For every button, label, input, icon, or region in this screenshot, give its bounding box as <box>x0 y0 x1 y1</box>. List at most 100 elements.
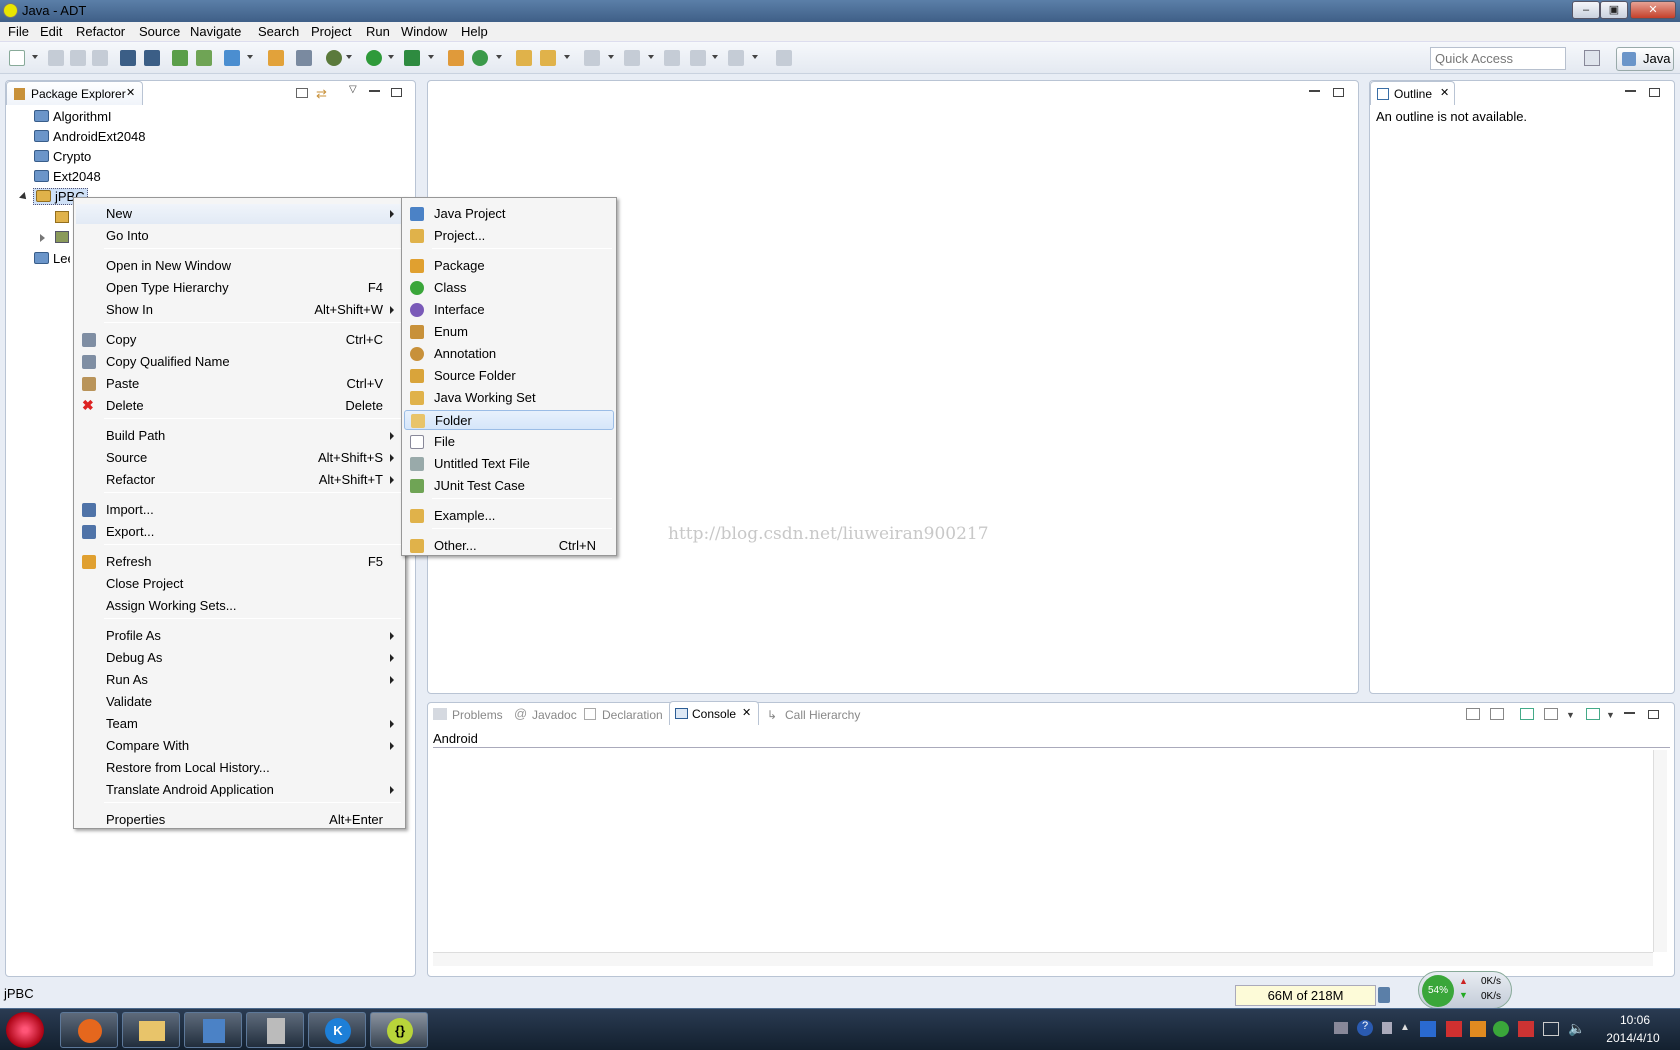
context-item-build-path[interactable]: Build Path <box>76 426 403 446</box>
maximize-view-icon[interactable] <box>391 88 402 97</box>
avd-manager-icon[interactable] <box>196 50 212 66</box>
context-item-properties[interactable]: Properties Alt+Enter <box>76 810 403 830</box>
display-console-dropdown-icon[interactable]: ▼ <box>1566 710 1575 720</box>
annotation-next-dropdown-icon[interactable] <box>608 55 614 59</box>
context-item-refresh[interactable]: Refresh F5 <box>76 552 403 572</box>
tree-item-ext2048[interactable]: Ext2048 <box>34 169 101 184</box>
debug-dropdown-icon[interactable] <box>346 55 352 59</box>
search-icon[interactable] <box>540 50 556 66</box>
context-item-assign-working-sets[interactable]: Assign Working Sets... <box>76 596 403 616</box>
tree-item-lee[interactable]: Lee <box>34 251 70 266</box>
android-sdk-icon[interactable] <box>172 50 188 66</box>
debug-icon[interactable] <box>326 50 342 66</box>
upload-icon[interactable] <box>120 50 136 66</box>
new-icon[interactable] <box>9 50 25 66</box>
scroll-lock-icon[interactable] <box>1490 708 1504 720</box>
context-item-team[interactable]: Team <box>76 714 403 734</box>
new-android-project-icon[interactable] <box>268 50 284 66</box>
context-item-export[interactable]: Export... <box>76 522 403 542</box>
forward-dropdown-icon[interactable] <box>752 55 758 59</box>
tree-item-crypto[interactable]: Crypto <box>34 149 91 164</box>
menu-refactor[interactable]: Refactor <box>76 24 125 39</box>
tab-package-explorer[interactable]: Package Explorer ✕ <box>6 81 143 105</box>
minimize-button[interactable]: – <box>1572 1 1600 19</box>
run-dropdown-icon[interactable] <box>388 55 394 59</box>
context-item-restore-from-local-history[interactable]: Restore from Local History... <box>76 758 403 778</box>
tab-declaration[interactable]: Declaration <box>602 708 663 722</box>
context-item-show-in[interactable]: Show In Alt+Shift+W <box>76 300 403 320</box>
clear-console-icon[interactable] <box>1466 708 1480 720</box>
clock-time[interactable]: 10:06 <box>1610 1013 1660 1027</box>
menu-run[interactable]: Run <box>366 24 390 39</box>
new-item-file[interactable]: File <box>404 432 614 452</box>
new-class-dropdown-icon[interactable] <box>496 55 502 59</box>
close-tab-icon[interactable]: ✕ <box>1440 86 1449 99</box>
skip-breakpoints-icon[interactable] <box>296 50 312 66</box>
menu-search[interactable]: Search <box>258 24 299 39</box>
search-dropdown-icon[interactable] <box>564 55 570 59</box>
new-item-java-working-set[interactable]: Java Working Set <box>404 388 614 408</box>
new-item-class[interactable]: Class <box>404 278 614 298</box>
network-tray-icon[interactable] <box>1543 1022 1559 1036</box>
new-item-java-project[interactable]: Java Project <box>404 204 614 224</box>
tab-problems[interactable]: Problems <box>452 708 503 722</box>
tray-app4-icon[interactable] <box>1493 1021 1509 1037</box>
open-perspective-icon[interactable] <box>1584 50 1600 66</box>
open-console-dropdown-icon[interactable]: ▼ <box>1606 710 1615 720</box>
annotation-next-icon[interactable] <box>584 50 600 66</box>
forward-icon[interactable] <box>728 50 744 66</box>
menu-project[interactable]: Project <box>311 24 351 39</box>
context-item-close-project[interactable]: Close Project <box>76 574 403 594</box>
context-item-run-as[interactable]: Run As <box>76 670 403 690</box>
back-dropdown-icon[interactable] <box>712 55 718 59</box>
app-taskbar-button[interactable] <box>184 1012 242 1048</box>
close-tab-icon[interactable]: ✕ <box>126 86 135 99</box>
context-item-new[interactable]: New <box>76 204 403 224</box>
lint-dropdown-icon[interactable] <box>247 55 253 59</box>
back-icon[interactable] <box>690 50 706 66</box>
keyboard-tray-icon[interactable] <box>1334 1022 1348 1034</box>
context-item-source[interactable]: Source Alt+Shift+S <box>76 448 403 468</box>
context-item-copy[interactable]: Copy Ctrl+C <box>76 330 403 350</box>
pin-console-icon[interactable] <box>1520 708 1534 720</box>
tray-app2-icon[interactable] <box>1446 1021 1462 1037</box>
firefox-taskbar-button[interactable] <box>60 1012 118 1048</box>
context-item-translate-android-application[interactable]: Translate Android Application <box>76 780 403 800</box>
download-icon[interactable] <box>144 50 160 66</box>
collapsed-arrow-icon[interactable] <box>40 234 45 242</box>
tray-app5-icon[interactable] <box>1518 1021 1534 1037</box>
context-item-import[interactable]: Import... <box>76 500 403 520</box>
context-item-delete[interactable]: ✖ Delete Delete <box>76 396 403 416</box>
link-editor-icon[interactable]: ⇄ <box>316 86 332 101</box>
tab-javadoc[interactable]: Javadoc <box>532 708 577 722</box>
annotation-prev-dropdown-icon[interactable] <box>648 55 654 59</box>
context-item-profile-as[interactable]: Profile As <box>76 626 403 646</box>
tray-app3-icon[interactable] <box>1470 1021 1486 1037</box>
external-dropdown-icon[interactable] <box>428 55 434 59</box>
maximize-button[interactable]: ▣ <box>1600 1 1628 19</box>
view-menu-icon[interactable]: ▽ <box>349 84 357 95</box>
new-item-other[interactable]: Other... Ctrl+N <box>404 536 614 556</box>
last-edit-icon[interactable] <box>664 50 680 66</box>
save-all-icon[interactable] <box>70 50 86 66</box>
new-item-annotation[interactable]: Annotation <box>404 344 614 364</box>
run-external-icon[interactable] <box>404 50 420 66</box>
new-package-icon[interactable] <box>448 50 464 66</box>
close-tab-icon[interactable]: ✕ <box>742 706 751 719</box>
menu-edit[interactable]: Edit <box>40 24 62 39</box>
new-item-folder[interactable]: Folder <box>404 410 614 430</box>
close-button[interactable]: ✕ <box>1630 1 1676 19</box>
quick-access-input[interactable]: Quick Access <box>1430 47 1566 70</box>
adt-taskbar-button[interactable]: {} <box>370 1012 428 1048</box>
open-console-icon[interactable] <box>1586 708 1600 720</box>
menu-help[interactable]: Help <box>461 24 488 39</box>
menu-window[interactable]: Window <box>401 24 447 39</box>
show-hidden-icons[interactable]: ▲ <box>1400 1022 1410 1033</box>
context-item-go-into[interactable]: Go Into <box>76 226 403 246</box>
tab-console[interactable]: Console ✕ <box>669 701 759 725</box>
new-dropdown-icon[interactable] <box>32 55 38 59</box>
display-console-icon[interactable] <box>1544 708 1558 720</box>
context-item-validate[interactable]: Validate <box>76 692 403 712</box>
console-horizontal-scrollbar[interactable] <box>433 952 1653 966</box>
menu-source[interactable]: Source <box>139 24 180 39</box>
